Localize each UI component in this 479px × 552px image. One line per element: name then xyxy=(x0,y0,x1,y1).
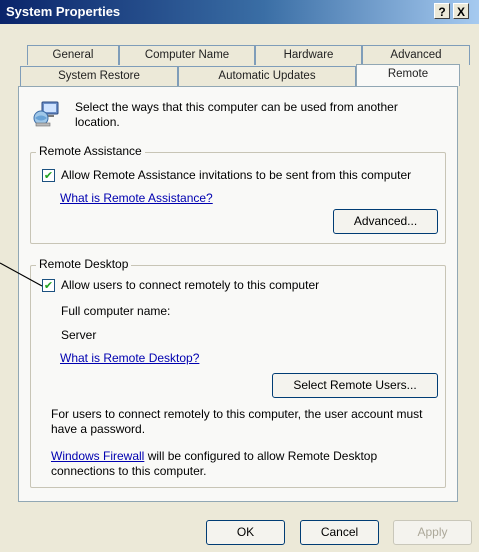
remote-assistance-checkbox-label[interactable]: Allow Remote Assistance invitations to b… xyxy=(61,168,411,182)
password-note-line2: have a password. xyxy=(51,422,146,436)
tab-hardware[interactable]: Hardware xyxy=(255,45,362,65)
firewall-note-line2: connections to this computer. xyxy=(51,464,207,478)
intro-text-line2: location. xyxy=(75,115,120,129)
tab-remote[interactable]: Remote xyxy=(356,64,460,86)
tab-automatic-updates[interactable]: Automatic Updates xyxy=(178,66,356,86)
help-button[interactable]: ? xyxy=(434,3,450,19)
full-computer-name-label: Full computer name: xyxy=(61,304,171,318)
intro-text-line1: Select the ways that this computer can b… xyxy=(75,100,398,114)
tab-panel: Select the ways that this computer can b… xyxy=(18,86,458,502)
tab-general[interactable]: General xyxy=(27,45,119,65)
remote-assistance-checkbox[interactable]: ✔ xyxy=(42,169,55,182)
remote-desktop-checkbox-label[interactable]: Allow users to connect remotely to this … xyxy=(61,278,319,292)
full-computer-name-value: Server xyxy=(61,328,97,342)
remote-assistance-label: Remote Assistance xyxy=(36,144,145,158)
ok-button[interactable]: OK xyxy=(206,520,285,545)
advanced-button[interactable]: Advanced... xyxy=(333,209,438,234)
window-title: System Properties xyxy=(6,4,121,19)
password-note-line1: For users to connect remotely to this co… xyxy=(51,407,423,421)
firewall-note-text: will be configured to allow Remote Deskt… xyxy=(147,449,378,463)
close-button[interactable]: X xyxy=(453,3,469,19)
firewall-note-line1: Windows Firewall will be configured to a… xyxy=(51,449,377,463)
apply-button: Apply xyxy=(393,520,472,545)
tab-advanced[interactable]: Advanced xyxy=(362,45,470,65)
tab-system-restore[interactable]: System Restore xyxy=(20,66,178,86)
computer-network-icon xyxy=(33,99,63,129)
cancel-button[interactable]: Cancel xyxy=(300,520,379,545)
remote-desktop-label: Remote Desktop xyxy=(36,257,132,271)
annotation-pointer-line xyxy=(0,262,43,287)
remote-desktop-help-link[interactable]: What is Remote Desktop? xyxy=(60,351,199,365)
tab-computer-name[interactable]: Computer Name xyxy=(119,45,255,65)
system-properties-window: System Properties ? X General Computer N… xyxy=(0,0,479,552)
title-bar[interactable]: System Properties ? X xyxy=(0,0,479,24)
windows-firewall-link[interactable]: Windows Firewall xyxy=(51,449,144,463)
select-remote-users-button[interactable]: Select Remote Users... xyxy=(272,373,438,398)
remote-assistance-help-link[interactable]: What is Remote Assistance? xyxy=(60,191,213,205)
